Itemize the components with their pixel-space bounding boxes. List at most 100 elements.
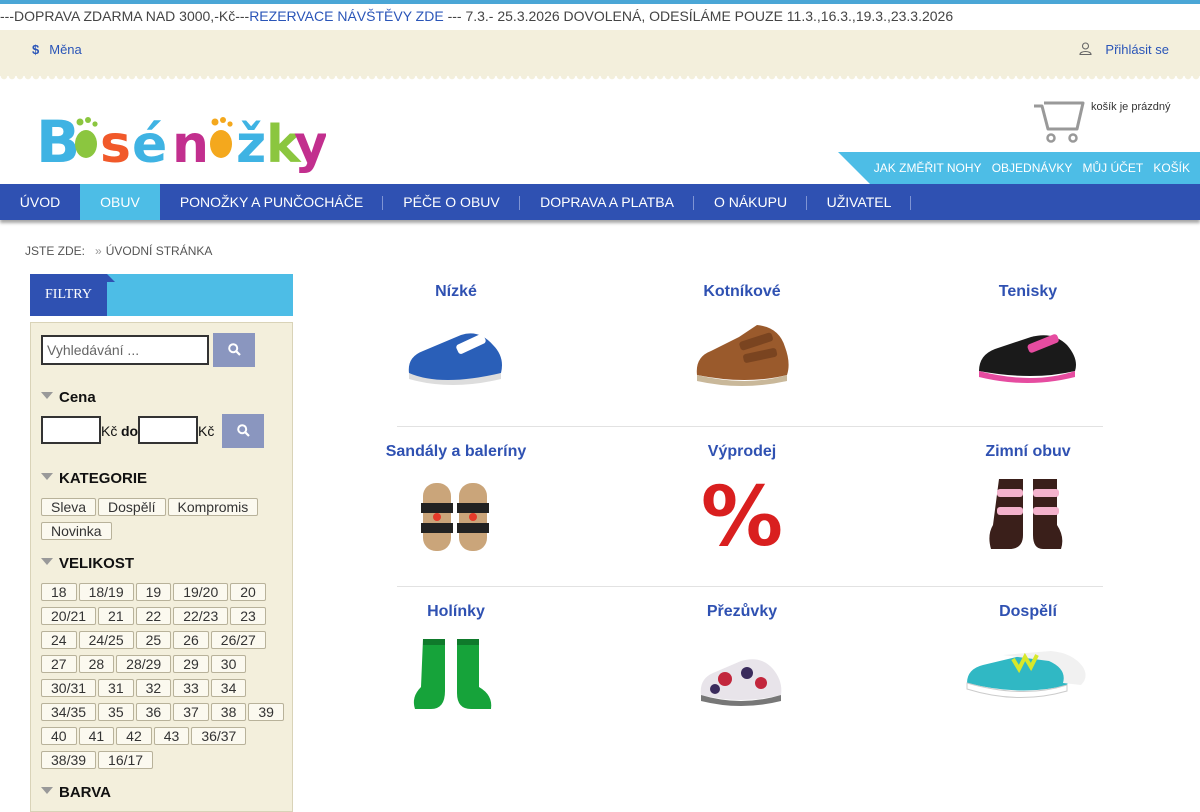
size-chip[interactable]: 43 [153,727,190,745]
size-chip[interactable]: 22 [135,607,172,625]
measure-feet-link[interactable]: JAK ZMĚŘIT NOHY [874,161,982,175]
color-section-title[interactable]: BARVA [41,784,111,801]
cart-status[interactable]: košík je prázdný [1091,101,1170,113]
size-chip[interactable]: 22/23 [173,607,229,625]
size-chip[interactable]: 31 [98,679,134,697]
category-title[interactable]: Dospělí [885,603,1171,625]
nav-shipping[interactable]: DOPRAVA A PLATBA [520,184,694,220]
sneaker-image[interactable] [973,305,1083,395]
category-title[interactable]: Zimní obuv [885,443,1171,465]
search-input[interactable]: Vyhledávání ... [41,335,209,365]
nav-shoe-care[interactable]: PÉČE O OBUV [383,184,520,220]
category-adults[interactable]: Dospělí [885,603,1171,715]
size-chip[interactable]: 30/31 [41,679,97,697]
category-slippers[interactable]: Přezůvky [599,603,885,715]
price-from-input[interactable] [41,416,101,444]
size-chip[interactable]: 37 [173,703,209,721]
category-title[interactable]: Přezůvky [599,603,885,625]
category-chip[interactable]: Kompromis [167,498,259,516]
winter-boots-image[interactable] [973,465,1083,555]
category-winter[interactable]: Zimní obuv [885,443,1171,555]
category-chip[interactable]: Dospělí [98,498,166,516]
category-title[interactable]: Nízké [313,283,599,305]
size-chip[interactable]: 41 [78,727,115,745]
category-sandals[interactable]: Sandály a baleríny [313,443,599,555]
nav-user[interactable]: UŽIVATEL [807,184,911,220]
category-title[interactable]: Holínky [313,603,599,625]
search-button[interactable] [213,333,255,367]
category-section-title[interactable]: KATEGORIE [41,470,147,487]
size-chip[interactable]: 23 [230,607,266,625]
price-to-input[interactable] [138,416,198,444]
filter-title: FILTRY [30,274,115,316]
nav-home[interactable]: ÚVOD [0,184,80,220]
category-rain-boots[interactable]: Holínky [313,603,599,715]
size-chip[interactable]: 36/37 [191,727,247,745]
category-ankle[interactable]: Kotníkové [599,283,885,395]
chevron-right-icon: » [95,244,102,258]
size-chip[interactable]: 19 [135,583,172,601]
rain-boots-image[interactable] [401,625,511,715]
size-chip[interactable]: 35 [98,703,134,721]
size-chip[interactable]: 27 [41,655,77,673]
site-logo[interactable]: B s é n ž k y [36,100,326,180]
size-chip[interactable]: 34/35 [41,703,97,721]
size-chip[interactable]: 34 [210,679,247,697]
size-chip[interactable]: 24/25 [78,631,134,649]
category-title[interactable]: Tenisky [885,283,1171,305]
percent-icon[interactable]: % [687,465,797,555]
nav-socks[interactable]: PONOŽKY A PUNČOCHÁČE [160,184,383,220]
ankle-shoe-image[interactable] [687,305,797,395]
size-chip[interactable]: 30 [210,655,247,673]
category-sneakers[interactable]: Tenisky [885,283,1171,395]
size-chip[interactable]: 32 [135,679,172,697]
category-title[interactable]: Výprodej [599,443,885,465]
category-title[interactable]: Kotníkové [599,283,885,305]
category-chip[interactable]: Sleva [41,498,97,516]
category-title[interactable]: Sandály a baleríny [313,443,599,465]
orders-link[interactable]: OBJEDNÁVKY [992,161,1072,175]
price-section-title[interactable]: Cena [41,389,96,406]
utility-bar: $ Měna Přihlásit se [0,30,1200,80]
nav-shoes[interactable]: OBUV [80,184,160,220]
size-chip[interactable]: 20 [230,583,266,601]
size-chip[interactable]: 29 [173,655,209,673]
breadcrumb-current[interactable]: ÚVODNÍ STRÁNKA [106,244,213,258]
size-chip[interactable]: 18/19 [78,583,134,601]
sandals-image[interactable] [401,465,511,555]
size-chip[interactable]: 36 [135,703,172,721]
triangle-down-icon [41,787,53,794]
size-chip[interactable]: 25 [135,631,172,649]
size-chip[interactable]: 19/20 [173,583,229,601]
price-filter-button[interactable] [222,414,264,448]
my-account-link[interactable]: MŮJ ÚČET [1083,161,1143,175]
cart-icon[interactable] [1033,99,1085,143]
category-sale[interactable]: Výprodej % [599,443,885,555]
currency-selector[interactable]: $ Měna [32,30,82,70]
nav-about-shopping[interactable]: O NÁKUPU [694,184,807,220]
category-low[interactable]: Nízké [313,283,599,395]
size-chip[interactable]: 26/27 [210,631,266,649]
category-chip[interactable]: Novinka [41,522,112,540]
size-chip[interactable]: 39 [248,703,284,721]
adult-shoes-image[interactable] [963,625,1093,715]
low-shoe-image[interactable] [401,305,511,395]
slippers-image[interactable] [687,625,797,715]
size-section-title[interactable]: VELIKOST [41,555,134,572]
size-chip[interactable]: 38/39 [41,751,97,769]
size-chip[interactable]: 40 [41,727,77,745]
size-chip[interactable]: 16/17 [98,751,154,769]
size-chip[interactable]: 33 [173,679,209,697]
login-link[interactable]: Přihlásit se [1079,30,1169,70]
size-chip[interactable]: 18 [41,583,77,601]
size-chip[interactable]: 24 [41,631,77,649]
size-chip[interactable]: 28 [78,655,115,673]
cart-link[interactable]: KOŠÍK [1153,161,1190,175]
size-chip[interactable]: 38 [210,703,247,721]
size-chip[interactable]: 21 [98,607,134,625]
size-chip[interactable]: 42 [116,727,152,745]
size-chip[interactable]: 28/29 [116,655,172,673]
size-chip[interactable]: 20/21 [41,607,97,625]
size-chip[interactable]: 26 [173,631,209,649]
reservation-link[interactable]: REZERVACE NÁVŠTĚVY ZDE [249,8,444,24]
